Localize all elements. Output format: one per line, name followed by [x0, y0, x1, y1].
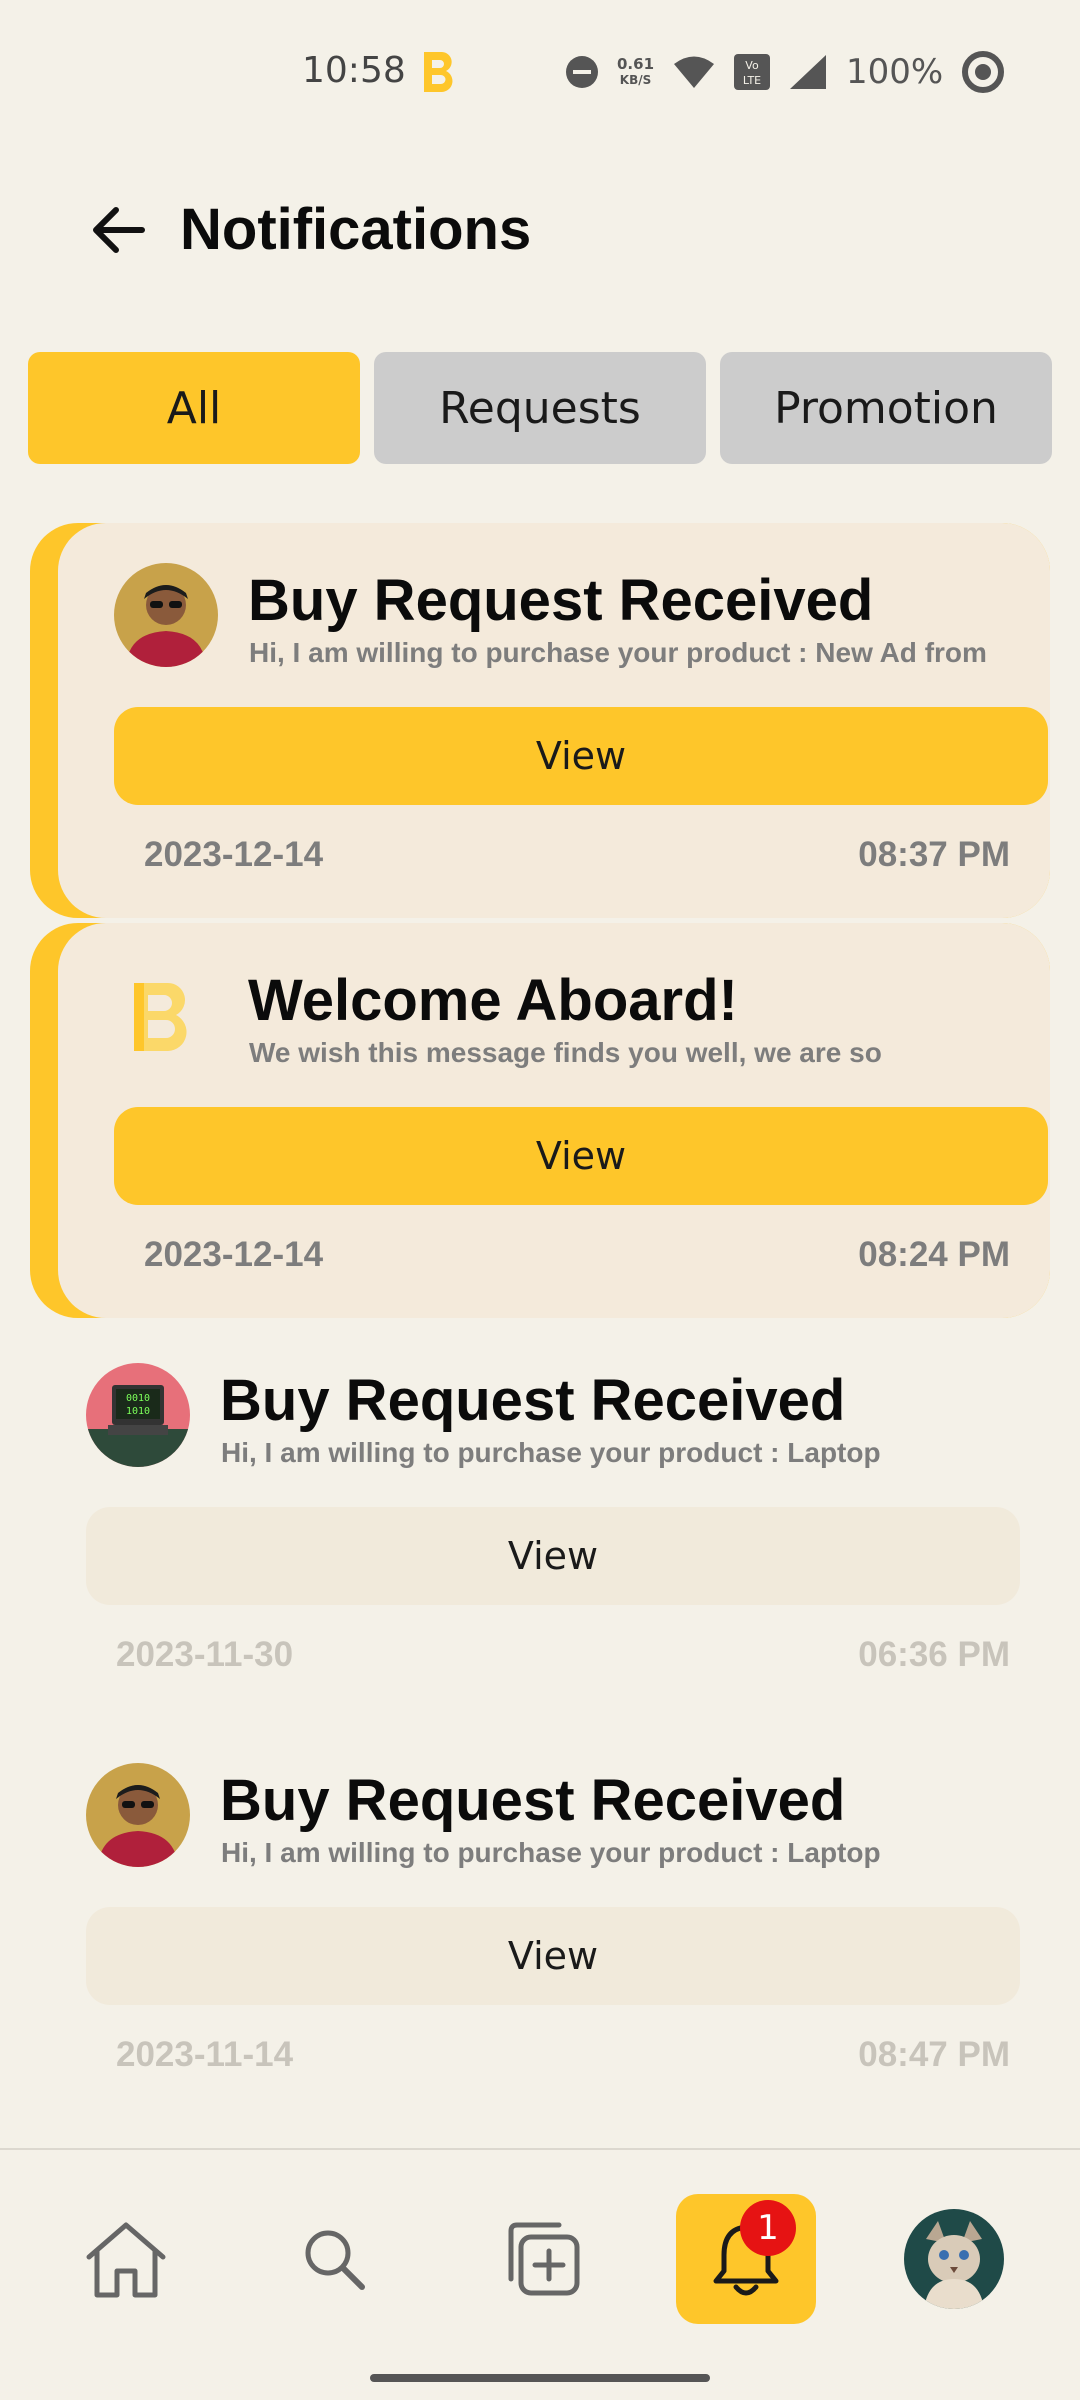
add-post-icon: [508, 2222, 580, 2296]
notification-time: 08:37 PM: [858, 835, 1010, 874]
notification-date: 2023-11-30: [116, 1635, 294, 1674]
notification-card: 0010 1010 Buy Request Received Hi, I am …: [30, 1323, 1050, 1718]
notification-badge: 1: [740, 2200, 796, 2256]
nav-home[interactable]: [56, 2194, 196, 2324]
notification-title: Buy Request Received: [248, 568, 874, 633]
view-button[interactable]: View: [114, 1107, 1048, 1205]
notification-time: 06:36 PM: [858, 1635, 1010, 1674]
page-title: Notifications: [180, 197, 532, 262]
tab-requests[interactable]: Requests: [374, 352, 706, 464]
notification-date: 2023-12-14: [144, 1235, 324, 1274]
svg-text:0010: 0010: [126, 1393, 150, 1404]
nav-search[interactable]: [264, 2194, 404, 2324]
wifi-icon: [674, 56, 715, 88]
dnd-icon: [566, 56, 598, 88]
app-logo-icon: [424, 52, 453, 92]
notification-item[interactable]: Buy Request Received Hi, I am willing to…: [30, 1723, 1050, 2118]
header: Notifications: [0, 180, 1080, 280]
notification-description: We wish this message finds you well, we …: [249, 1037, 882, 1068]
search-icon: [305, 2230, 365, 2290]
home-icon: [86, 2222, 166, 2298]
network-speed: 0.61 KB/S: [617, 55, 655, 87]
volte-icon: Vo LTE: [734, 54, 771, 90]
person-avatar: [114, 563, 218, 667]
notification-item[interactable]: Buy Request Received Hi, I am willing to…: [30, 523, 1050, 918]
notification-time: 08:24 PM: [858, 1235, 1010, 1274]
notification-card: Buy Request Received Hi, I am willing to…: [30, 1723, 1050, 2118]
svg-text:Vo: Vo: [745, 59, 759, 72]
notification-date: 2023-12-14: [144, 835, 324, 874]
notification-card: Welcome Aboard! We wish this message fin…: [58, 923, 1050, 1318]
notification-date: 2023-11-14: [116, 2035, 294, 2074]
app-logo-avatar: [114, 963, 218, 1067]
notification-description: Hi, I am willing to purchase your produc…: [221, 1837, 881, 1868]
notification-title: Buy Request Received: [220, 1768, 846, 1833]
notification-title: Welcome Aboard!: [248, 968, 738, 1033]
profile-avatar: [904, 2209, 1004, 2309]
tab-promotion[interactable]: Promotion: [720, 352, 1052, 464]
status-bar: 10:58 0.61 KB/S Vo LTE 100%: [0, 0, 1080, 140]
nav-add-post[interactable]: [472, 2194, 612, 2324]
status-time: 10:58: [302, 50, 406, 91]
person-avatar: [86, 1763, 190, 1867]
notification-description: Hi, I am willing to purchase your produc…: [221, 1437, 881, 1468]
notification-description: Hi, I am willing to purchase your produc…: [249, 637, 987, 668]
arrow-left-icon: [93, 207, 145, 253]
filter-tabs: All Requests Promotion: [28, 352, 1052, 464]
nav-profile[interactable]: [884, 2194, 1024, 2324]
view-button[interactable]: View: [86, 1907, 1020, 2005]
svg-text:LTE: LTE: [743, 74, 761, 87]
home-indicator[interactable]: [370, 2374, 710, 2382]
signal-icon: [790, 55, 827, 89]
computer-avatar: 0010 1010: [86, 1363, 190, 1467]
notification-item[interactable]: Welcome Aboard! We wish this message fin…: [30, 923, 1050, 1318]
bottom-nav: 1: [0, 2148, 1080, 2400]
view-button[interactable]: View: [114, 707, 1048, 805]
notification-item[interactable]: 0010 1010 Buy Request Received Hi, I am …: [30, 1323, 1050, 1718]
back-button[interactable]: [82, 202, 154, 258]
notification-card: Buy Request Received Hi, I am willing to…: [58, 523, 1050, 918]
view-button[interactable]: View: [86, 1507, 1020, 1605]
notification-time: 08:47 PM: [858, 2035, 1010, 2074]
battery-ring-icon: [962, 51, 1005, 93]
tab-all[interactable]: All: [28, 352, 360, 464]
battery-percent: 100%: [846, 52, 944, 92]
status-icons: 0.61 KB/S Vo LTE 100%: [565, 48, 1005, 96]
nav-notifications[interactable]: 1: [676, 2194, 816, 2324]
notification-title: Buy Request Received: [220, 1368, 846, 1433]
svg-text:1010: 1010: [126, 1406, 150, 1417]
